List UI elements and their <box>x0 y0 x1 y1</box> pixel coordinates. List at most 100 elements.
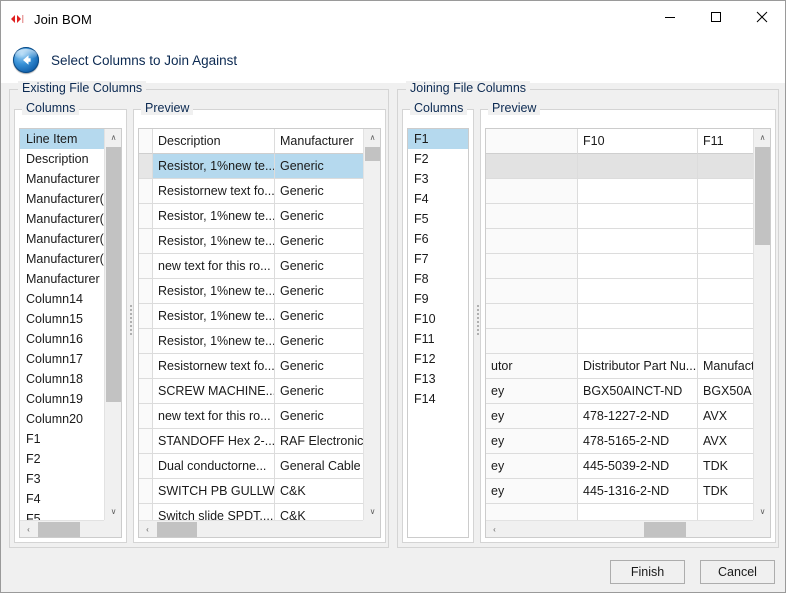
joining-preview-row[interactable] <box>486 279 753 304</box>
joining-preview-cell[interactable]: Distributor Part Nu... <box>578 354 698 379</box>
scroll-thumb[interactable] <box>38 522 80 537</box>
joining-preview-cell[interactable] <box>578 229 698 254</box>
joining-preview-cell[interactable] <box>578 154 698 179</box>
close-button[interactable] <box>739 1 785 32</box>
joining-preview-cell[interactable] <box>578 254 698 279</box>
joining-column-item[interactable]: F14 <box>408 389 468 409</box>
joining-preview-cell[interactable] <box>698 329 753 354</box>
joining-column-item[interactable]: F3 <box>408 169 468 189</box>
joining-preview-cell[interactable]: ey <box>486 429 578 454</box>
existing-preview-row[interactable]: Resistor, 1%new te...Generic <box>139 154 363 179</box>
existing-preview-cell[interactable]: Generic <box>275 204 363 229</box>
scroll-down-icon[interactable]: ∨ <box>364 503 381 520</box>
joining-preview-cell[interactable] <box>486 279 578 304</box>
existing-preview-cell[interactable] <box>139 229 153 254</box>
existing-preview-grid[interactable]: DescriptionManufacturerResistor, 1%new t… <box>139 129 363 520</box>
existing-preview-cell[interactable]: Generic <box>275 379 363 404</box>
scroll-left-icon[interactable]: ‹ <box>139 521 156 538</box>
joining-preview-cell[interactable] <box>578 179 698 204</box>
joining-preview-row[interactable]: ey445-1316-2-NDTDK <box>486 479 753 504</box>
existing-preview-cell[interactable]: STANDOFF Hex 2-... <box>153 429 275 454</box>
existing-preview-cell[interactable]: new text for this ro... <box>153 404 275 429</box>
joining-preview-cell[interactable] <box>486 504 578 520</box>
scroll-thumb[interactable] <box>365 147 380 161</box>
joining-preview-cell[interactable] <box>578 279 698 304</box>
joining-preview-row[interactable]: utorDistributor Part Nu...Manufacturer <box>486 354 753 379</box>
existing-preview-cell[interactable] <box>139 329 153 354</box>
existing-preview-column-header[interactable] <box>139 129 153 154</box>
joining-column-item[interactable]: F11 <box>408 329 468 349</box>
existing-preview-cell[interactable]: Resistor, 1%new te... <box>153 329 275 354</box>
joining-column-item[interactable]: F4 <box>408 189 468 209</box>
joining-preview-row[interactable] <box>486 204 753 229</box>
joining-preview-cell[interactable]: TDK <box>698 479 753 504</box>
existing-column-item[interactable]: Manufacturer(3) <box>20 229 104 249</box>
existing-column-item[interactable]: Line Item <box>20 129 104 149</box>
joining-preview-cell[interactable] <box>578 204 698 229</box>
existing-preview-cell[interactable]: Resistor, 1%new te... <box>153 204 275 229</box>
existing-preview-cell[interactable]: General Cable <box>275 454 363 479</box>
existing-preview-cell[interactable] <box>139 204 153 229</box>
existing-column-item[interactable]: Manufacturer(1) <box>20 189 104 209</box>
scroll-thumb[interactable] <box>644 522 686 537</box>
existing-preview-cell[interactable] <box>139 304 153 329</box>
existing-preview-cell[interactable]: new text for this ro... <box>153 254 275 279</box>
existing-preview-cell[interactable] <box>139 354 153 379</box>
existing-preview-cell[interactable] <box>139 179 153 204</box>
joining-column-item[interactable]: F2 <box>408 149 468 169</box>
existing-column-item[interactable]: F2 <box>20 449 104 469</box>
existing-column-item[interactable]: F1 <box>20 429 104 449</box>
existing-preview-cell[interactable] <box>139 404 153 429</box>
joining-column-item[interactable]: F8 <box>408 269 468 289</box>
existing-preview-cell[interactable] <box>139 429 153 454</box>
minimize-button[interactable] <box>647 1 693 32</box>
joining-preview-cell[interactable] <box>486 229 578 254</box>
existing-preview-cell[interactable]: SWITCH PB GULLW... <box>153 479 275 504</box>
existing-preview-row[interactable]: new text for this ro...Generic <box>139 254 363 279</box>
finish-button[interactable]: Finish <box>610 560 685 584</box>
joining-preview-cell[interactable]: Manufacturer <box>698 354 753 379</box>
existing-column-item[interactable]: F5 <box>20 509 104 520</box>
existing-preview-cell[interactable]: Switch slide SPDT,... <box>153 504 275 520</box>
joining-preview-cell[interactable] <box>486 204 578 229</box>
joining-preview-cell[interactable] <box>698 279 753 304</box>
existing-column-item[interactable]: Column15 <box>20 309 104 329</box>
joining-column-item[interactable]: F10 <box>408 309 468 329</box>
existing-preview-cell[interactable]: Resistor, 1%new te... <box>153 279 275 304</box>
joining-preview-cell[interactable]: 445-1316-2-ND <box>578 479 698 504</box>
scroll-left-icon[interactable]: ‹ <box>20 521 37 538</box>
joining-preview-cell[interactable] <box>698 204 753 229</box>
joining-preview-cell[interactable] <box>698 304 753 329</box>
existing-preview-cell[interactable]: Generic <box>275 279 363 304</box>
joining-preview-cell[interactable] <box>698 154 753 179</box>
joining-preview-column-header[interactable] <box>486 129 578 154</box>
joining-preview-row[interactable]: ey478-5165-2-NDAVX <box>486 429 753 454</box>
joining-preview-cell[interactable]: AVX <box>698 404 753 429</box>
existing-preview-cell[interactable]: Resistornew text fo... <box>153 179 275 204</box>
joining-preview-cell[interactable]: TDK <box>698 454 753 479</box>
existing-preview-row[interactable]: Resistor, 1%new te...Generic <box>139 229 363 254</box>
existing-preview-row[interactable]: Resistor, 1%new te...Generic <box>139 204 363 229</box>
joining-preview-row[interactable] <box>486 229 753 254</box>
joining-preview-cell[interactable]: 478-1227-2-ND <box>578 404 698 429</box>
joining-preview-cell[interactable] <box>486 254 578 279</box>
existing-preview-cell[interactable]: Generic <box>275 304 363 329</box>
existing-preview-hscrollbar[interactable]: ‹ › <box>139 520 380 537</box>
scroll-thumb[interactable] <box>755 147 770 245</box>
existing-preview-row[interactable]: SWITCH PB GULLW...C&K <box>139 479 363 504</box>
existing-column-item[interactable]: Manufacturer Part <box>20 269 104 289</box>
scroll-thumb[interactable] <box>157 522 197 537</box>
joining-preview-vscrollbar[interactable]: ∧ ∨ <box>753 129 770 520</box>
existing-preview-cell[interactable]: Generic <box>275 179 363 204</box>
joining-column-item[interactable]: F1 <box>408 129 468 149</box>
joining-preview-cell[interactable]: AVX <box>698 429 753 454</box>
scroll-down-icon[interactable]: ∨ <box>754 503 771 520</box>
existing-preview-cell[interactable]: Resistor, 1%new te... <box>153 304 275 329</box>
existing-preview-cell[interactable] <box>139 504 153 520</box>
joining-column-item[interactable]: F13 <box>408 369 468 389</box>
existing-column-item[interactable]: Column16 <box>20 329 104 349</box>
existing-preview-cell[interactable]: Resistornew text fo... <box>153 354 275 379</box>
joining-preview-cell[interactable] <box>578 504 698 520</box>
joining-preview-cell[interactable] <box>578 304 698 329</box>
joining-preview-row[interactable] <box>486 304 753 329</box>
